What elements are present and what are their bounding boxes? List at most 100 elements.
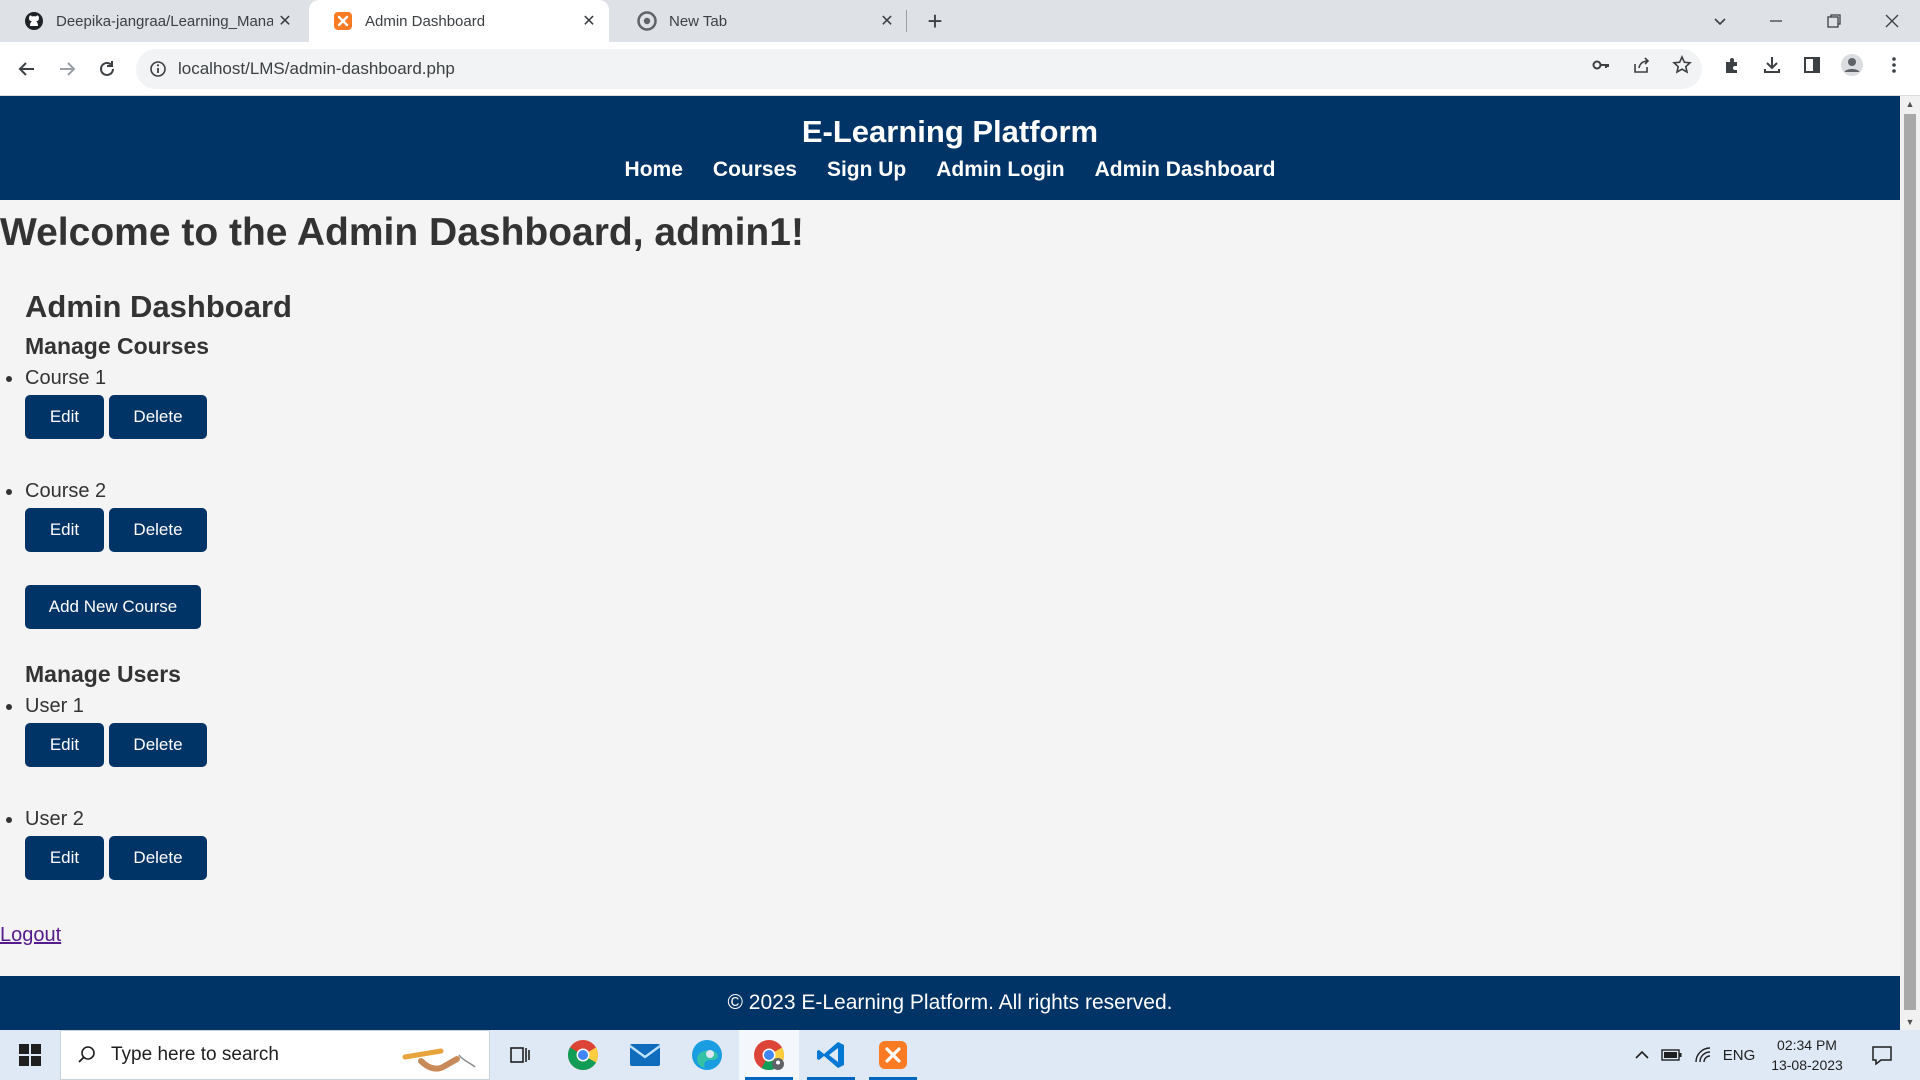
close-window-icon[interactable] [1864,0,1920,42]
dashboard-heading: Admin Dashboard [25,289,292,324]
close-icon[interactable]: ✕ [875,9,899,33]
side-panel-icon[interactable] [1799,52,1825,78]
bullet [6,376,12,382]
close-icon[interactable]: ✕ [273,9,297,33]
nav-sign-up[interactable]: Sign Up [827,154,906,186]
course-list: Course 1 Edit Delete Course 2 Edit Delet… [6,365,1900,552]
taskbar-search-box[interactable]: Type here to search [60,1030,490,1080]
edit-course-button[interactable]: Edit [25,395,104,439]
mail-icon[interactable] [615,1030,675,1080]
search-icon [77,1045,97,1065]
browser-toolbar: localhost/LMS/admin-dashboard.php [0,42,1920,96]
delete-user-button[interactable]: Delete [109,723,207,767]
add-new-course-button[interactable]: Add New Course [25,585,201,629]
vscode-icon[interactable] [801,1030,861,1080]
tab-search-icon[interactable] [1692,0,1748,42]
profile-avatar-icon[interactable] [1839,52,1865,78]
chrome-profile-taskbar-icon[interactable] [739,1030,799,1080]
site-nav: Home Courses Sign Up Admin Login Admin D… [0,154,1900,186]
page-scrollbar[interactable]: ▲ ▼ [1900,96,1920,1030]
browser-tab-strip: Deepika-jangraa/Learning_Mana ✕ Admin Da… [0,0,1920,42]
scrollbar-thumb[interactable] [1904,114,1916,1010]
list-item: User 2 Edit Delete [6,806,1900,880]
course-actions: Edit Delete [25,508,1900,552]
windows-start-icon[interactable] [0,1030,60,1080]
user-actions: Edit Delete [25,723,1900,767]
address-bar[interactable]: localhost/LMS/admin-dashboard.php [136,49,1702,89]
course-actions: Edit Delete [25,395,1900,439]
course-name: Course 2 [25,480,107,502]
chrome-icon [637,11,657,31]
tab-title: New Tab [669,12,728,30]
dashboard-content: Admin Dashboard Manage Courses Course 1 … [0,287,1900,880]
language-indicator[interactable]: ENG [1721,1030,1757,1080]
tab-title: Admin Dashboard [365,12,486,30]
system-clock[interactable]: 02:34 PM 13-08-2023 [1760,1035,1854,1075]
minimize-icon[interactable] [1748,0,1804,42]
close-icon[interactable]: ✕ [577,9,601,33]
tab-github[interactable]: Deepika-jangraa/Learning_Mana ✕ [0,0,305,42]
bullet [6,817,12,823]
manage-users-heading: Manage Users [25,661,181,687]
nav-home[interactable]: Home [625,154,683,186]
url-text: localhost/LMS/admin-dashboard.php [178,59,455,78]
clock-time: 02:34 PM [1777,1037,1837,1053]
share-icon[interactable] [1629,52,1655,78]
forward-icon[interactable] [51,53,83,85]
chrome-taskbar-icon[interactable] [553,1030,613,1080]
logout-link[interactable]: Logout [0,924,61,947]
search-placeholder: Type here to search [111,1044,279,1065]
battery-icon[interactable] [1657,1030,1687,1080]
extensions-icon[interactable] [1719,52,1745,78]
xampp-icon [333,11,353,31]
new-tab-button[interactable]: + [920,6,950,36]
nav-courses[interactable]: Courses [713,154,797,186]
xampp-taskbar-icon[interactable] [863,1030,923,1080]
github-icon [24,11,44,31]
edit-user-button[interactable]: Edit [25,723,104,767]
show-hidden-icons-icon[interactable] [1628,1030,1656,1080]
delete-course-button[interactable]: Delete [109,508,207,552]
page-viewport: E-Learning Platform Home Courses Sign Up… [0,96,1900,1030]
list-item: User 1 Edit Delete [6,693,1900,767]
search-highlight-icon [401,1037,481,1075]
download-icon[interactable] [1759,52,1785,78]
tab-title: Deepika-jangraa/Learning_Mana [56,12,273,30]
manage-courses-heading: Manage Courses [25,333,210,359]
windows-taskbar: Type here to search ENG 02:34 PM 13-08-2… [0,1030,1920,1080]
wifi-icon[interactable] [1689,1030,1719,1080]
site-footer: © 2023 E-Learning Platform. All rights r… [0,976,1900,1030]
notification-center-icon[interactable] [1862,1030,1902,1080]
nav-admin-dashboard[interactable]: Admin Dashboard [1095,154,1276,186]
delete-user-button[interactable]: Delete [109,836,207,880]
info-icon[interactable] [148,59,168,79]
edit-user-button[interactable]: Edit [25,836,104,880]
menu-kebab-icon[interactable] [1881,52,1907,78]
manage-users-section: Manage Users User 1 Edit Delete User 2 E… [6,659,1900,880]
nav-admin-login[interactable]: Admin Login [936,154,1064,186]
bookmark-star-icon[interactable] [1669,52,1695,78]
restore-icon[interactable] [1806,0,1862,42]
back-icon[interactable] [11,53,43,85]
user-actions: Edit Delete [25,836,1900,880]
bullet [6,704,12,710]
bullet [6,489,12,495]
delete-course-button[interactable]: Delete [109,395,207,439]
clock-date: 13-08-2023 [1771,1057,1843,1073]
scroll-up-icon[interactable]: ▲ [1900,96,1920,112]
list-item: Course 1 Edit Delete [6,365,1900,439]
edge-icon[interactable] [677,1030,737,1080]
task-view-icon[interactable] [490,1030,550,1080]
scroll-down-icon[interactable]: ▼ [1900,1014,1920,1030]
edit-course-button[interactable]: Edit [25,508,104,552]
tab-admin-dashboard[interactable]: Admin Dashboard ✕ [309,0,609,42]
tab-separator [906,10,907,32]
user-name: User 2 [25,808,84,830]
user-list: User 1 Edit Delete User 2 Edit Delete [6,693,1900,880]
key-icon[interactable] [1588,52,1614,78]
user-name: User 1 [25,695,84,717]
reload-icon[interactable] [91,53,123,85]
course-name: Course 1 [25,367,107,389]
list-item: Course 2 Edit Delete [6,478,1900,552]
tab-new-tab[interactable]: New Tab ✕ [613,0,907,42]
